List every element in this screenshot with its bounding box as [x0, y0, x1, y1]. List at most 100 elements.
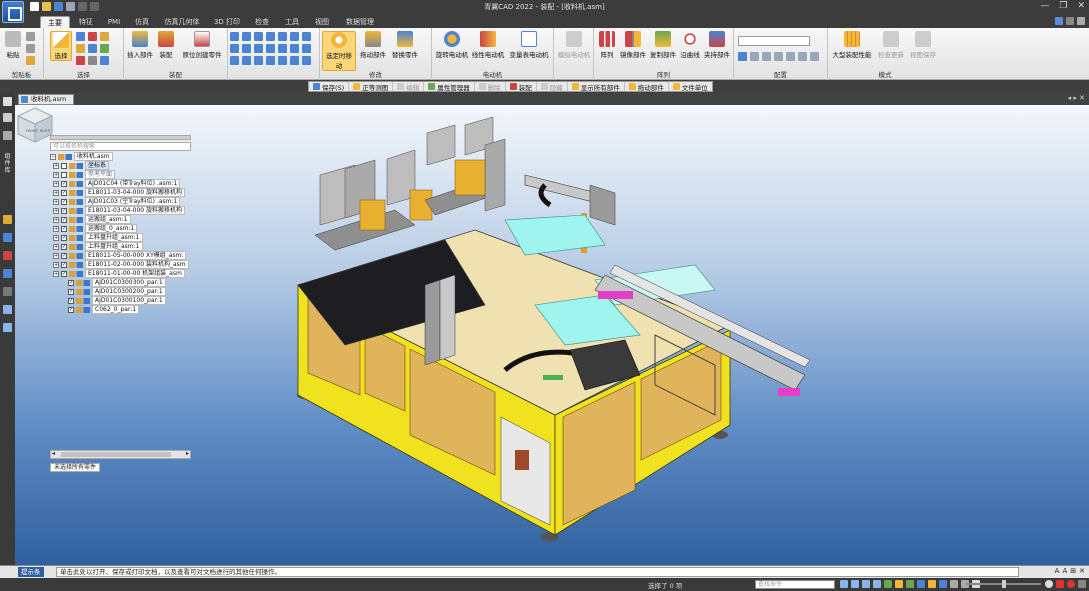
config-props-icon[interactable]: [786, 52, 795, 61]
tree-item[interactable]: + 运搬组_asm:1: [50, 215, 191, 224]
tree-grip[interactable]: [50, 135, 191, 140]
config-add-icon[interactable]: [738, 52, 747, 61]
camera-panel-icon[interactable]: [3, 323, 12, 332]
tree-item[interactable]: + E18011-01-00-00 机架组装_asm: [50, 269, 191, 278]
options-icon[interactable]: [1066, 17, 1074, 25]
display-mode-icon[interactable]: [939, 580, 947, 588]
visibility-checkbox[interactable]: [68, 306, 74, 313]
isometric-command[interactable]: 正等测图: [349, 82, 394, 92]
visibility-checkbox[interactable]: [68, 297, 74, 304]
tree-item[interactable]: + 上料盘升组_asm:1: [50, 233, 191, 242]
minimize-button[interactable]: —: [1040, 1, 1049, 11]
drag-move-button[interactable]: 选定时移动: [322, 31, 356, 71]
tree-search-input[interactable]: 可以按名称搜索: [50, 142, 191, 151]
library-icon[interactable]: [3, 113, 12, 122]
tree-item[interactable]: + 坐标系: [50, 161, 191, 170]
tree-item[interactable]: + E18011-02-00-000 装料机构_asm: [50, 260, 191, 269]
format-painter-icon[interactable]: [26, 56, 35, 65]
property-manager-command[interactable]: 属性管理器: [424, 82, 475, 92]
appearance-icon[interactable]: [3, 251, 12, 260]
zoom-area-icon[interactable]: [851, 580, 859, 588]
command-search-input[interactable]: 查找命令: [755, 580, 835, 589]
slot-icon[interactable]: [290, 56, 299, 65]
cam-icon[interactable]: [290, 44, 299, 53]
visibility-checkbox[interactable]: [61, 252, 67, 259]
angle-icon[interactable]: [266, 32, 275, 41]
notification-icon[interactable]: [1078, 580, 1086, 588]
config-copy-icon[interactable]: [774, 52, 783, 61]
close-prompt-icon[interactable]: ✕: [1079, 567, 1085, 575]
tree-root[interactable]: − 收料机.asm: [50, 152, 191, 161]
pattern-button[interactable]: 阵列: [596, 31, 618, 59]
view-orient-icon[interactable]: [906, 580, 914, 588]
file-units-command[interactable]: 文件单位: [669, 82, 712, 92]
visibility-checkbox[interactable]: [61, 225, 67, 232]
save-command[interactable]: 保存(S): [309, 82, 350, 92]
select-edge-icon[interactable]: [88, 44, 97, 53]
pan-icon[interactable]: [873, 580, 881, 588]
document-tab-controls[interactable]: ◂ ▸ ✕: [1068, 94, 1085, 102]
record-icon[interactable]: [1056, 580, 1064, 588]
tree-item[interactable]: + E18011-05-00-000 XY模组_asm:: [50, 251, 191, 260]
paste-button[interactable]: 粘贴: [4, 31, 22, 59]
design-tree-icon[interactable]: [3, 215, 12, 224]
distance-icon[interactable]: [290, 32, 299, 41]
pin-icon[interactable]: ⊞: [1070, 567, 1076, 575]
mate-icon[interactable]: [242, 32, 251, 41]
select-part-icon[interactable]: [100, 32, 109, 41]
fix-icon[interactable]: [230, 56, 239, 65]
show-all-command[interactable]: 显示所有部件: [568, 82, 625, 92]
drag-part-command[interactable]: 拖动部件: [625, 82, 669, 92]
visibility-checkbox[interactable]: [61, 216, 67, 223]
large-assembly-button[interactable]: 大型装配性能: [830, 31, 874, 59]
along-curve-button[interactable]: 沿曲线: [678, 31, 702, 59]
tab-sim-geometry[interactable]: 仿真几何体: [160, 16, 204, 28]
select-button[interactable]: 选择: [50, 31, 72, 61]
path-icon[interactable]: [302, 44, 311, 53]
visibility-checkbox[interactable]: [61, 207, 67, 214]
font-size-small-icon[interactable]: A: [1062, 567, 1067, 575]
view-save-button[interactable]: 视图保存: [908, 31, 938, 59]
look-at-icon[interactable]: [895, 580, 903, 588]
pull-part-button[interactable]: 拖动部件: [358, 31, 388, 59]
parallel-icon[interactable]: [242, 44, 251, 53]
tree-item[interactable]: AJD01C0300100_par:1: [50, 296, 191, 305]
scroll-thumb[interactable]: [61, 452, 171, 457]
help-icon[interactable]: [1055, 17, 1063, 25]
app-menu-button[interactable]: [2, 1, 24, 23]
tab-pmi[interactable]: PMI: [104, 16, 124, 28]
config-refresh-icon[interactable]: [810, 52, 819, 61]
insert-icon[interactable]: [254, 32, 263, 41]
expand-toggle[interactable]: +: [53, 180, 59, 187]
tree-item[interactable]: AJD01C0300200_par:1: [50, 287, 191, 296]
font-size-icon[interactable]: A: [1055, 567, 1060, 575]
edit-command[interactable]: 编辑: [393, 82, 425, 92]
zoom-icon[interactable]: [862, 580, 870, 588]
tree-item[interactable]: AJD01C0300300_par:1: [50, 278, 191, 287]
zoom-slider[interactable]: [966, 580, 1041, 588]
3d-viewport[interactable]: 可以按名称搜索 −收料机.asm + 坐标系 + 参考平面 + AJD01C04 (带Tr…: [15, 105, 1089, 565]
scroll-left-icon[interactable]: ◂: [52, 450, 55, 457]
stop-icon[interactable]: [1067, 580, 1075, 588]
section-icon[interactable]: [928, 580, 936, 588]
scroll-right-icon[interactable]: ▸: [186, 450, 189, 457]
visibility-checkbox[interactable]: [61, 171, 67, 178]
expand-toggle[interactable]: +: [53, 189, 59, 196]
expand-toggle[interactable]: +: [53, 162, 59, 169]
expand-toggle[interactable]: +: [53, 243, 59, 250]
config-combo[interactable]: [738, 36, 810, 46]
visibility-checkbox[interactable]: [61, 180, 67, 187]
copy-part-button[interactable]: 复制部件: [648, 31, 678, 59]
component-library-label[interactable]: 组件库: [3, 153, 12, 174]
replace-part-button[interactable]: 替换零件: [390, 31, 420, 59]
assemble-command[interactable]: 装配: [506, 82, 537, 92]
tree-item[interactable]: + AJD01C04 (带Tray料位) .asm:1: [50, 179, 191, 188]
rotate-icon[interactable]: [884, 580, 892, 588]
tab-main[interactable]: 主要: [40, 16, 70, 28]
cut-icon[interactable]: [26, 32, 35, 41]
select-all-icon[interactable]: [100, 44, 109, 53]
tab-simulation[interactable]: 仿真: [130, 16, 154, 28]
select-face-icon[interactable]: [76, 44, 85, 53]
visibility-checkbox[interactable]: [68, 288, 74, 295]
visibility-checkbox[interactable]: [61, 270, 67, 277]
